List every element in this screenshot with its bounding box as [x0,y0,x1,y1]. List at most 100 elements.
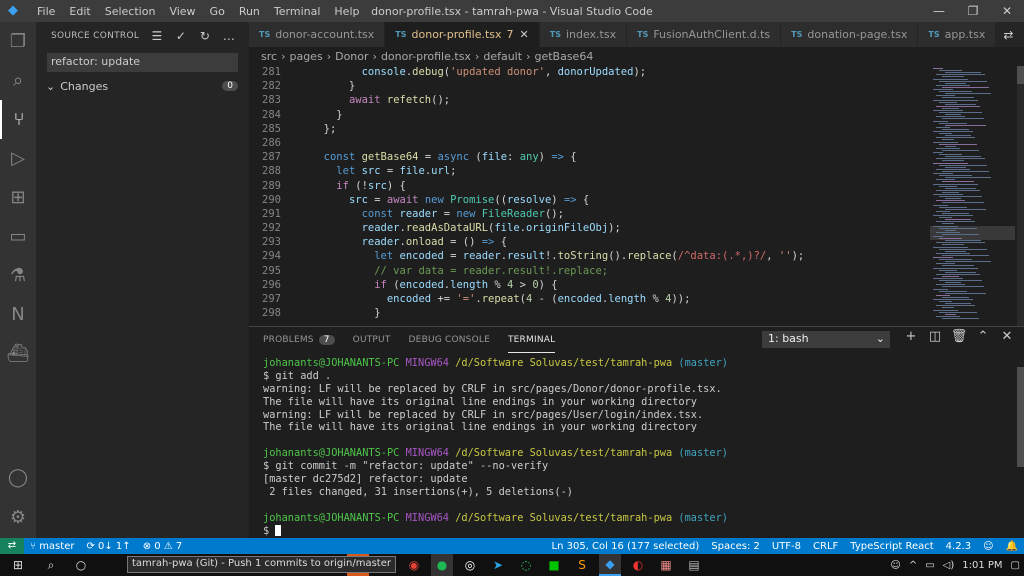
remote-icon[interactable]: ⇄ [0,538,24,554]
breadcrumb-item[interactable]: default [483,50,522,63]
minimap-line [945,303,971,305]
telegram-icon[interactable]: ➤ [487,554,509,576]
indentation[interactable]: Spaces: 2 [705,541,766,552]
whatsapp-icon[interactable]: ◌ [515,554,537,576]
cortana-icon[interactable]: ○ [66,554,96,576]
power-icon[interactable]: ▭ [925,560,934,571]
terminal-scrollbar[interactable] [1017,367,1024,467]
terminal-text: $ git commit -m "refactor: update" --no-… [263,460,549,473]
code-line: 282 } [249,80,929,94]
menu-item-view[interactable]: View [162,5,202,18]
panel-tab-problems[interactable]: PROBLEMS 7 [263,327,335,353]
new-terminal-icon[interactable]: + [899,329,923,344]
line-icon[interactable]: ■ [543,554,565,576]
maximize-panel-icon[interactable]: ⌃ [971,329,995,344]
view-as-tree-icon[interactable]: ☰ [145,29,169,43]
tab-index-tsx[interactable]: TS index.tsx [539,22,628,47]
spotify-icon[interactable]: ● [431,554,453,576]
changes-group[interactable]: ⌄ Changes 0 [36,76,249,96]
menu-item-file[interactable]: File [30,5,62,18]
sync-indicator[interactable]: ⟳ 0↓ 1↑ [80,541,136,552]
feedback-icon[interactable]: ☺ [977,541,999,552]
terminal-output[interactable]: johanants@JOHANANTS-PC MINGW64 /d/Softwa… [263,357,728,537]
panel-tab-terminal[interactable]: TERMINAL [507,327,556,353]
breadcrumb-item[interactable]: getBase64 [534,50,593,63]
person-icon[interactable]: ☺ [890,560,900,571]
docker-icon[interactable]: ⛴ [0,334,36,373]
app-icon[interactable]: ▤ [683,554,705,576]
breadcrumb-item[interactable]: Donor [335,50,368,63]
scrollbar-thumb[interactable] [1017,66,1024,84]
notifications-icon[interactable]: ▢ [1011,560,1020,571]
explorer-icon[interactable]: ❐ [0,22,36,61]
editor-scrollbar[interactable] [1017,66,1024,326]
commit-check-icon[interactable]: ✓ [169,29,193,43]
chrome-icon[interactable]: ◉ [403,554,425,576]
source-control-icon[interactable]: ⑂ [0,100,36,139]
search-icon[interactable]: ⌕ [0,61,36,100]
tab-donation-page-tsx[interactable]: TS donation-page.tsx [781,22,919,47]
encoding[interactable]: UTF-8 [766,541,807,552]
terminal-cursor [275,525,282,537]
testing-icon[interactable]: ⚗ [0,256,36,295]
app-icon[interactable]: ◐ [627,554,649,576]
vscode-taskbar-icon[interactable]: ◆ [599,554,621,576]
app-icon[interactable]: ▦ [655,554,677,576]
nx-icon[interactable]: N [0,295,36,334]
menu-item-go[interactable]: Go [203,5,232,18]
problems-indicator[interactable]: ⊗ 0 ⚠ 7 [137,541,189,552]
split-editor-icon[interactable]: ◫ [1020,28,1024,42]
search-icon[interactable]: ⌕ [36,554,66,576]
menu-item-selection[interactable]: Selection [98,5,163,18]
windows-start-icon[interactable]: ⊞ [0,554,36,576]
code-editor[interactable]: 281 console.debug('updated donor', donor… [249,66,929,326]
language-mode[interactable]: TypeScript React [844,541,939,552]
refresh-icon[interactable]: ↻ [193,29,217,43]
tab-app-tsx[interactable]: TS app.tsx [918,22,997,47]
clock[interactable]: 1:01 PM [962,560,1002,571]
chevron-up-icon[interactable]: ^ [909,560,917,571]
minimap-line [942,223,954,225]
close-tab-icon[interactable]: ✕ [520,28,529,41]
tab-donor-account-tsx[interactable]: TS donor-account.tsx [249,22,386,47]
settings-gear-icon[interactable]: ⚙ [0,498,36,537]
extensions-icon[interactable]: ⊞ [0,178,36,217]
notifications-icon[interactable]: 🔔 [1000,541,1024,552]
menu-item-edit[interactable]: Edit [62,5,97,18]
minimap-line [942,286,984,288]
split-terminal-icon[interactable]: ◫ [923,329,947,344]
remote-explorer-icon[interactable]: ▭ [0,217,36,256]
menu-item-run[interactable]: Run [232,5,267,18]
open-changes-icon[interactable]: ⇄ [996,28,1020,42]
more-actions-icon[interactable]: … [217,29,241,43]
minimize-icon[interactable]: — [922,0,956,22]
run-debug-icon[interactable]: ▷ [0,139,36,178]
kill-terminal-icon[interactable]: 🗑 [947,329,971,344]
steam-icon[interactable]: ◎ [459,554,481,576]
sublime-icon[interactable]: S [571,554,593,576]
breadcrumb-item[interactable]: donor-profile.tsx [381,50,471,63]
typescript-version[interactable]: 4.2.3 [940,541,977,552]
tab-donor-profile-tsx[interactable]: TS donor-profile.tsx 7 ✕ [385,22,540,47]
panel-tab-debug-console[interactable]: DEBUG CONSOLE [409,327,490,353]
menu-item-help[interactable]: Help [327,5,366,18]
panel-tab-output[interactable]: OUTPUT [353,327,391,353]
tab-fusionauthclient-d-ts[interactable]: TS FusionAuthClient.d.ts [627,22,782,47]
minimap-line [936,284,965,286]
account-icon[interactable]: ◯ [0,458,36,497]
terminal-select[interactable]: 1: bash ⌄ [762,331,890,348]
close-panel-icon[interactable]: ✕ [995,329,1019,344]
minimap[interactable] [930,66,1015,326]
minimap-line [933,141,958,143]
menu-item-terminal[interactable]: Terminal [267,5,328,18]
breadcrumb-item[interactable]: pages [289,50,322,63]
close-icon[interactable]: ✕ [990,0,1024,22]
line-ending[interactable]: CRLF [807,541,844,552]
commit-message-input[interactable]: refactor: update [47,53,238,72]
minimap-line [933,152,943,153]
branch-indicator[interactable]: ⑂ master [24,541,80,552]
volume-icon[interactable]: ◁) [943,560,955,571]
breadcrumb-item[interactable]: src [261,50,277,63]
cursor-position[interactable]: Ln 305, Col 16 (177 selected) [546,541,706,552]
restore-icon[interactable]: ❐ [956,0,990,22]
